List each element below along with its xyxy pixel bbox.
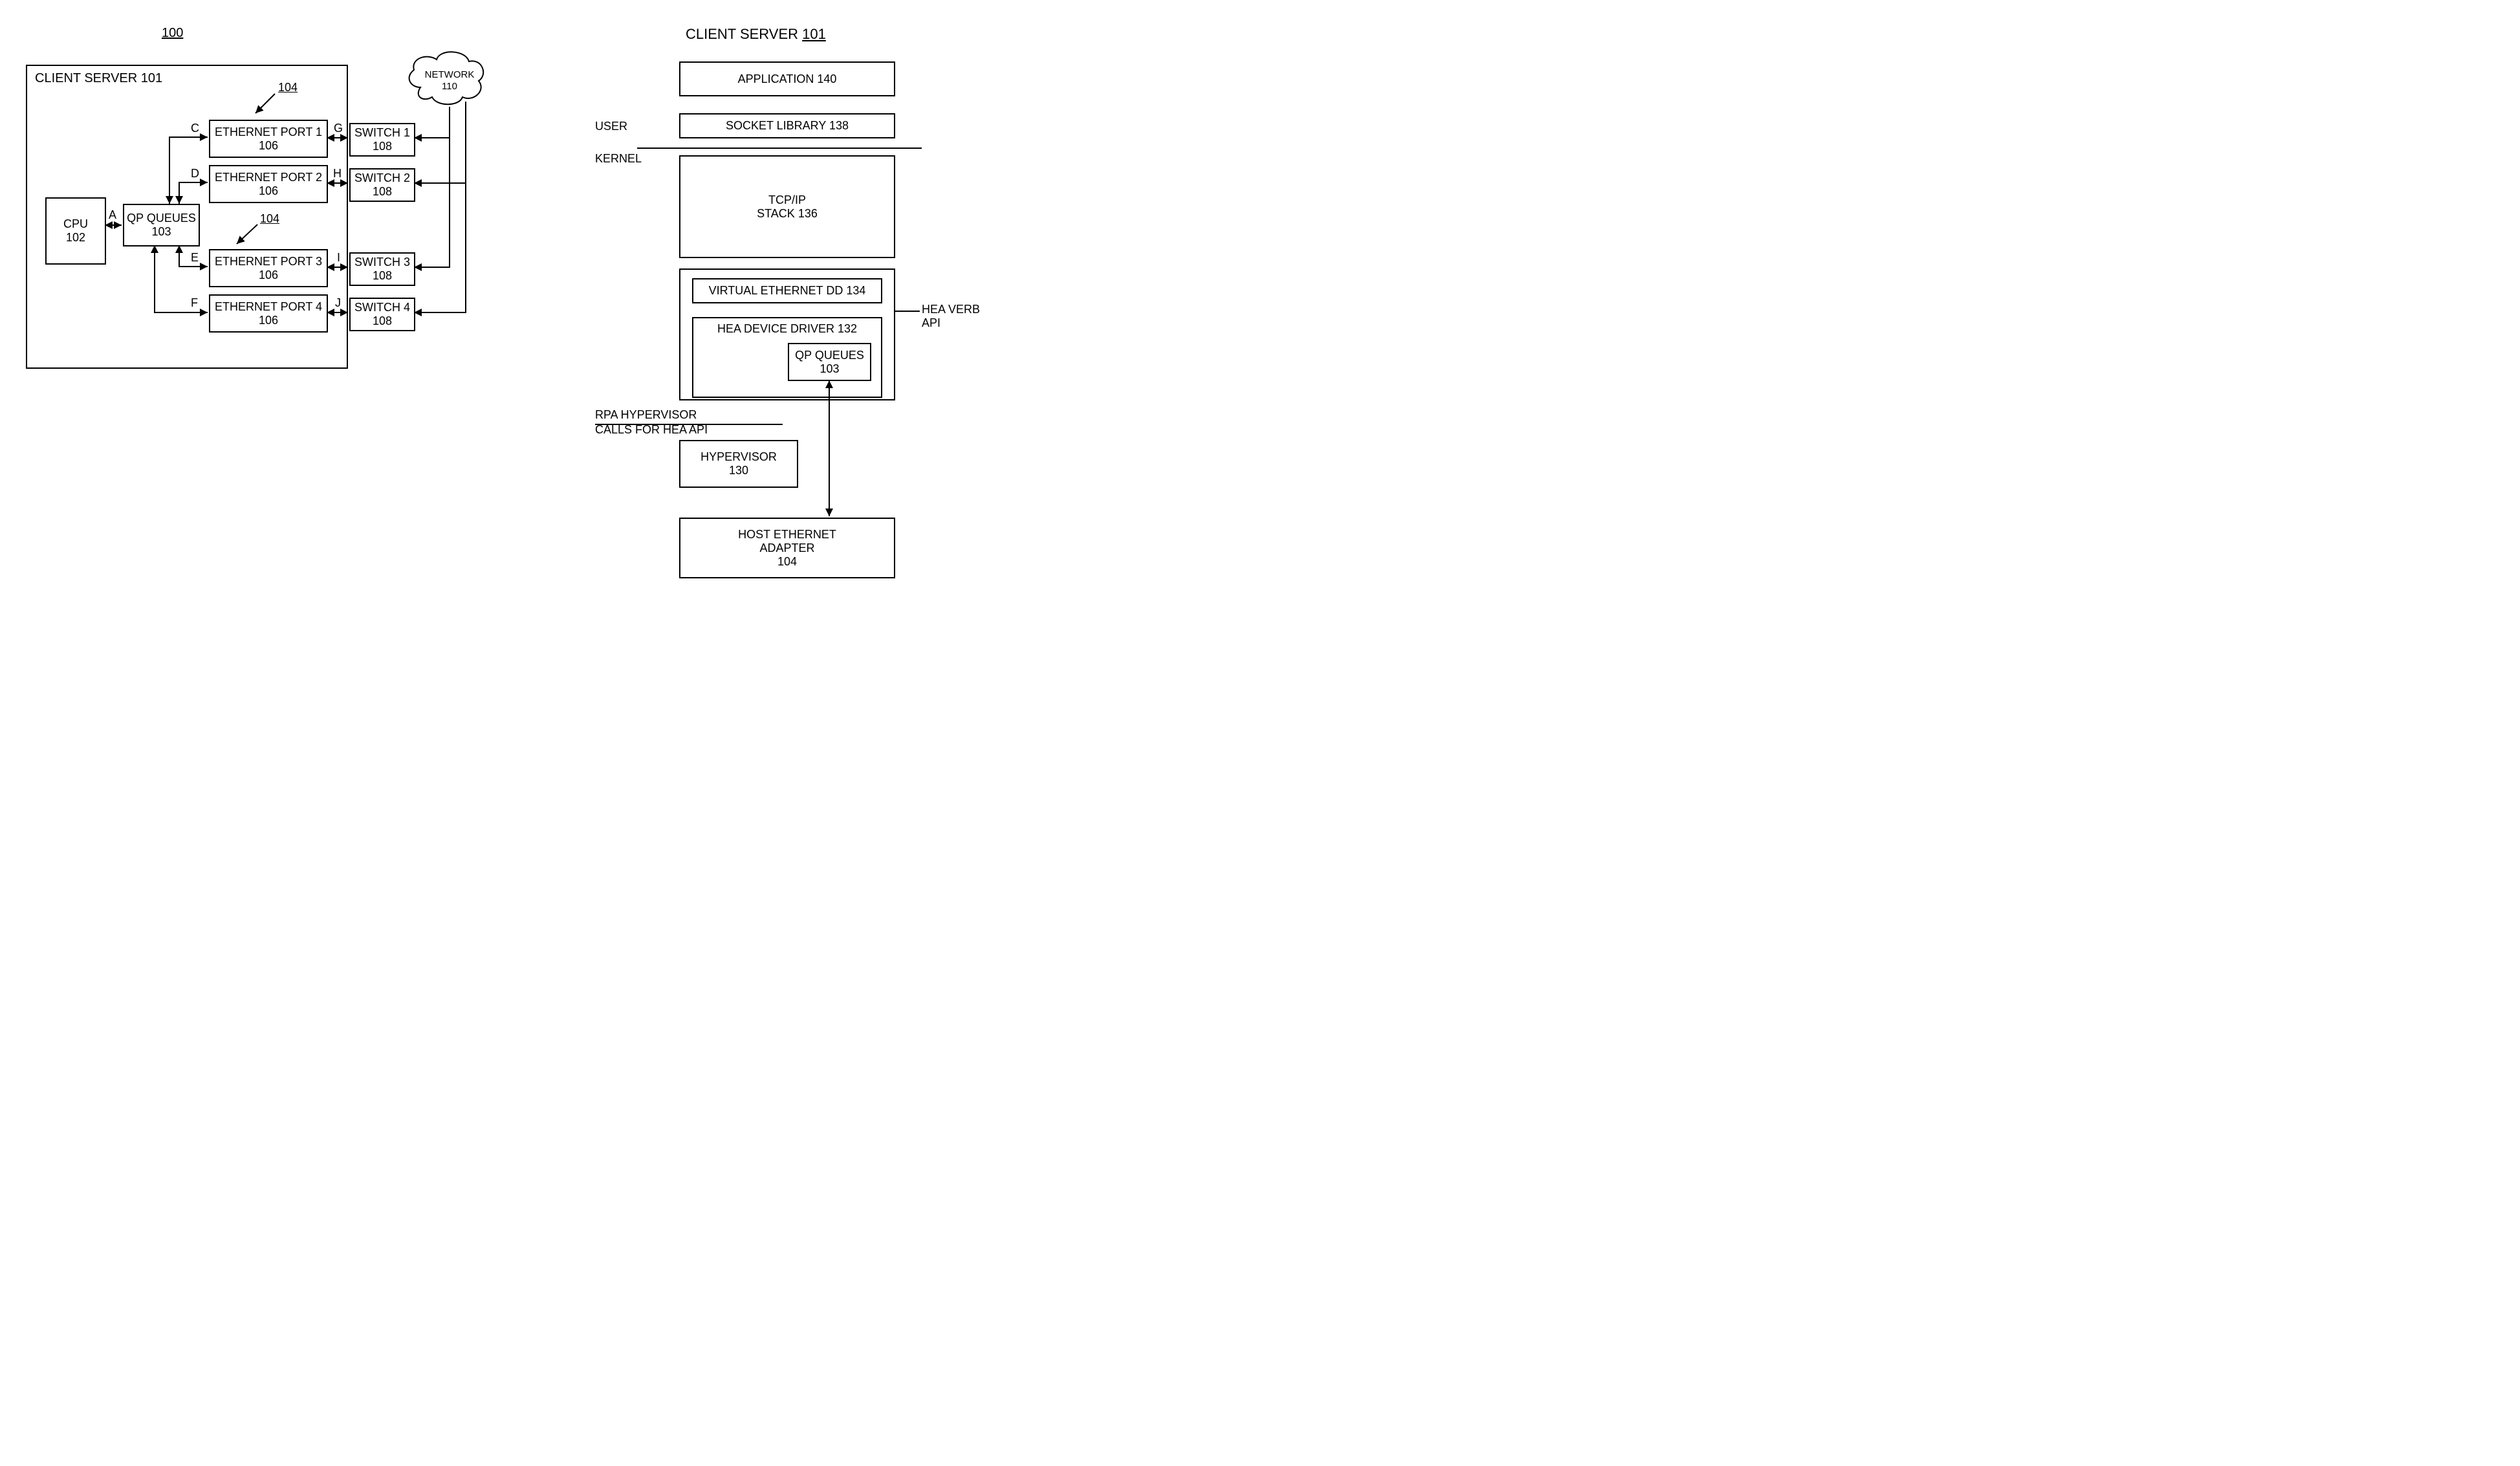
sw4-l1: SWITCH 4 bbox=[354, 301, 410, 314]
veth-label: VIRTUAL ETHERNET DD 134 bbox=[709, 284, 866, 298]
switch-3: SWITCH 3 108 bbox=[349, 252, 415, 286]
socket-label: SOCKET LIBRARY 138 bbox=[726, 119, 849, 133]
svg-text:NETWORK: NETWORK bbox=[425, 69, 475, 80]
edge-h: H bbox=[333, 167, 342, 181]
sw1-l1: SWITCH 1 bbox=[354, 126, 410, 140]
user-label: USER bbox=[595, 120, 627, 133]
hea-verb-label: HEA VERB API bbox=[922, 303, 996, 330]
cpu-text1: CPU bbox=[63, 217, 88, 231]
virtual-ethernet-dd-box: VIRTUAL ETHERNET DD 134 bbox=[692, 278, 882, 303]
application-box: APPLICATION 140 bbox=[679, 61, 895, 96]
port3-l2: 106 bbox=[259, 268, 278, 282]
tcp-l2: STACK 136 bbox=[757, 207, 818, 221]
tcpip-stack-box: TCP/IP STACK 136 bbox=[679, 155, 895, 258]
socket-library-box: SOCKET LIBRARY 138 bbox=[679, 113, 895, 138]
sw3-l2: 108 bbox=[373, 269, 392, 283]
hyp-l2: 130 bbox=[729, 464, 748, 477]
sw2-l1: SWITCH 2 bbox=[354, 171, 410, 185]
ethernet-port-3: ETHERNET PORT 3 106 bbox=[209, 249, 328, 287]
client-server-label: CLIENT SERVER 101 bbox=[35, 71, 162, 86]
hea-ref-2: 104 bbox=[260, 212, 279, 226]
adapter-l1: HOST ETHERNET bbox=[738, 528, 836, 542]
port1-l2: 106 bbox=[259, 139, 278, 153]
ethernet-port-1: ETHERNET PORT 1 106 bbox=[209, 120, 328, 158]
edge-i: I bbox=[337, 251, 340, 265]
edge-d: D bbox=[191, 167, 199, 181]
edge-f: F bbox=[191, 296, 198, 310]
port4-l2: 106 bbox=[259, 314, 278, 327]
tcp-l1: TCP/IP bbox=[768, 193, 806, 207]
qp-right-l2: 103 bbox=[820, 362, 839, 376]
sw2-l2: 108 bbox=[373, 185, 392, 199]
system-ref: 100 bbox=[162, 26, 183, 41]
right-title-ref: 101 bbox=[802, 26, 826, 42]
ethernet-port-2: ETHERNET PORT 2 106 bbox=[209, 165, 328, 203]
sw3-l1: SWITCH 3 bbox=[354, 256, 410, 269]
port2-l1: ETHERNET PORT 2 bbox=[215, 171, 322, 184]
switch-2: SWITCH 2 108 bbox=[349, 168, 415, 202]
hypervisor-box: HYPERVISOR 130 bbox=[679, 440, 798, 488]
adapter-l3: 104 bbox=[777, 555, 797, 569]
hea-verb-connector bbox=[894, 311, 920, 312]
qp-right-l1: QP QUEUES bbox=[795, 349, 864, 362]
hea-ref-1: 104 bbox=[278, 81, 298, 94]
host-ethernet-adapter-box: HOST ETHERNET ADAPTER 104 bbox=[679, 518, 895, 578]
right-title: CLIENT SERVER 101 bbox=[686, 26, 826, 43]
right-stack-diagram: CLIENT SERVER 101 APPLICATION 140 SOCKET… bbox=[595, 26, 996, 608]
qp-queues-box: QP QUEUES 103 bbox=[123, 204, 200, 246]
edge-a: A bbox=[109, 208, 116, 222]
rpa-separator bbox=[595, 424, 783, 425]
edge-e: E bbox=[191, 251, 199, 265]
cpu-box: CPU 102 bbox=[45, 197, 106, 265]
rpa-l1: RPA HYPERVISOR bbox=[595, 408, 697, 421]
kernel-label: KERNEL bbox=[595, 152, 642, 166]
switch-4: SWITCH 4 108 bbox=[349, 298, 415, 331]
svg-text:110: 110 bbox=[442, 81, 457, 92]
qp-queues-right-box: QP QUEUES 103 bbox=[788, 343, 871, 381]
port3-l1: ETHERNET PORT 3 bbox=[215, 255, 322, 268]
port1-l1: ETHERNET PORT 1 bbox=[215, 126, 322, 139]
hea-dd-label: HEA DEVICE DRIVER 132 bbox=[717, 322, 857, 336]
hyp-l1: HYPERVISOR bbox=[701, 450, 777, 464]
sw1-l2: 108 bbox=[373, 140, 392, 153]
switch-1: SWITCH 1 108 bbox=[349, 123, 415, 157]
user-kernel-separator bbox=[637, 148, 922, 149]
edge-c: C bbox=[191, 122, 199, 135]
qp-text1: QP QUEUES bbox=[127, 212, 196, 225]
rpa-l2: CALLS FOR HEA API bbox=[595, 423, 708, 436]
port4-l1: ETHERNET PORT 4 bbox=[215, 300, 322, 314]
ethernet-port-4: ETHERNET PORT 4 106 bbox=[209, 294, 328, 333]
left-system-diagram: 100 CLIENT SERVER 101 CPU 102 QP QUEUES … bbox=[26, 26, 492, 362]
sw4-l2: 108 bbox=[373, 314, 392, 328]
cpu-text2: 102 bbox=[66, 231, 85, 245]
adapter-l2: ADAPTER bbox=[759, 542, 814, 555]
application-label: APPLICATION 140 bbox=[738, 72, 837, 86]
qp-text2: 103 bbox=[151, 225, 171, 239]
port2-l2: 106 bbox=[259, 184, 278, 198]
edge-j: J bbox=[335, 296, 341, 310]
rpa-label: RPA HYPERVISOR CALLS FOR HEA API bbox=[595, 408, 708, 438]
edge-g: G bbox=[334, 122, 343, 135]
right-title-prefix: CLIENT SERVER bbox=[686, 26, 802, 42]
